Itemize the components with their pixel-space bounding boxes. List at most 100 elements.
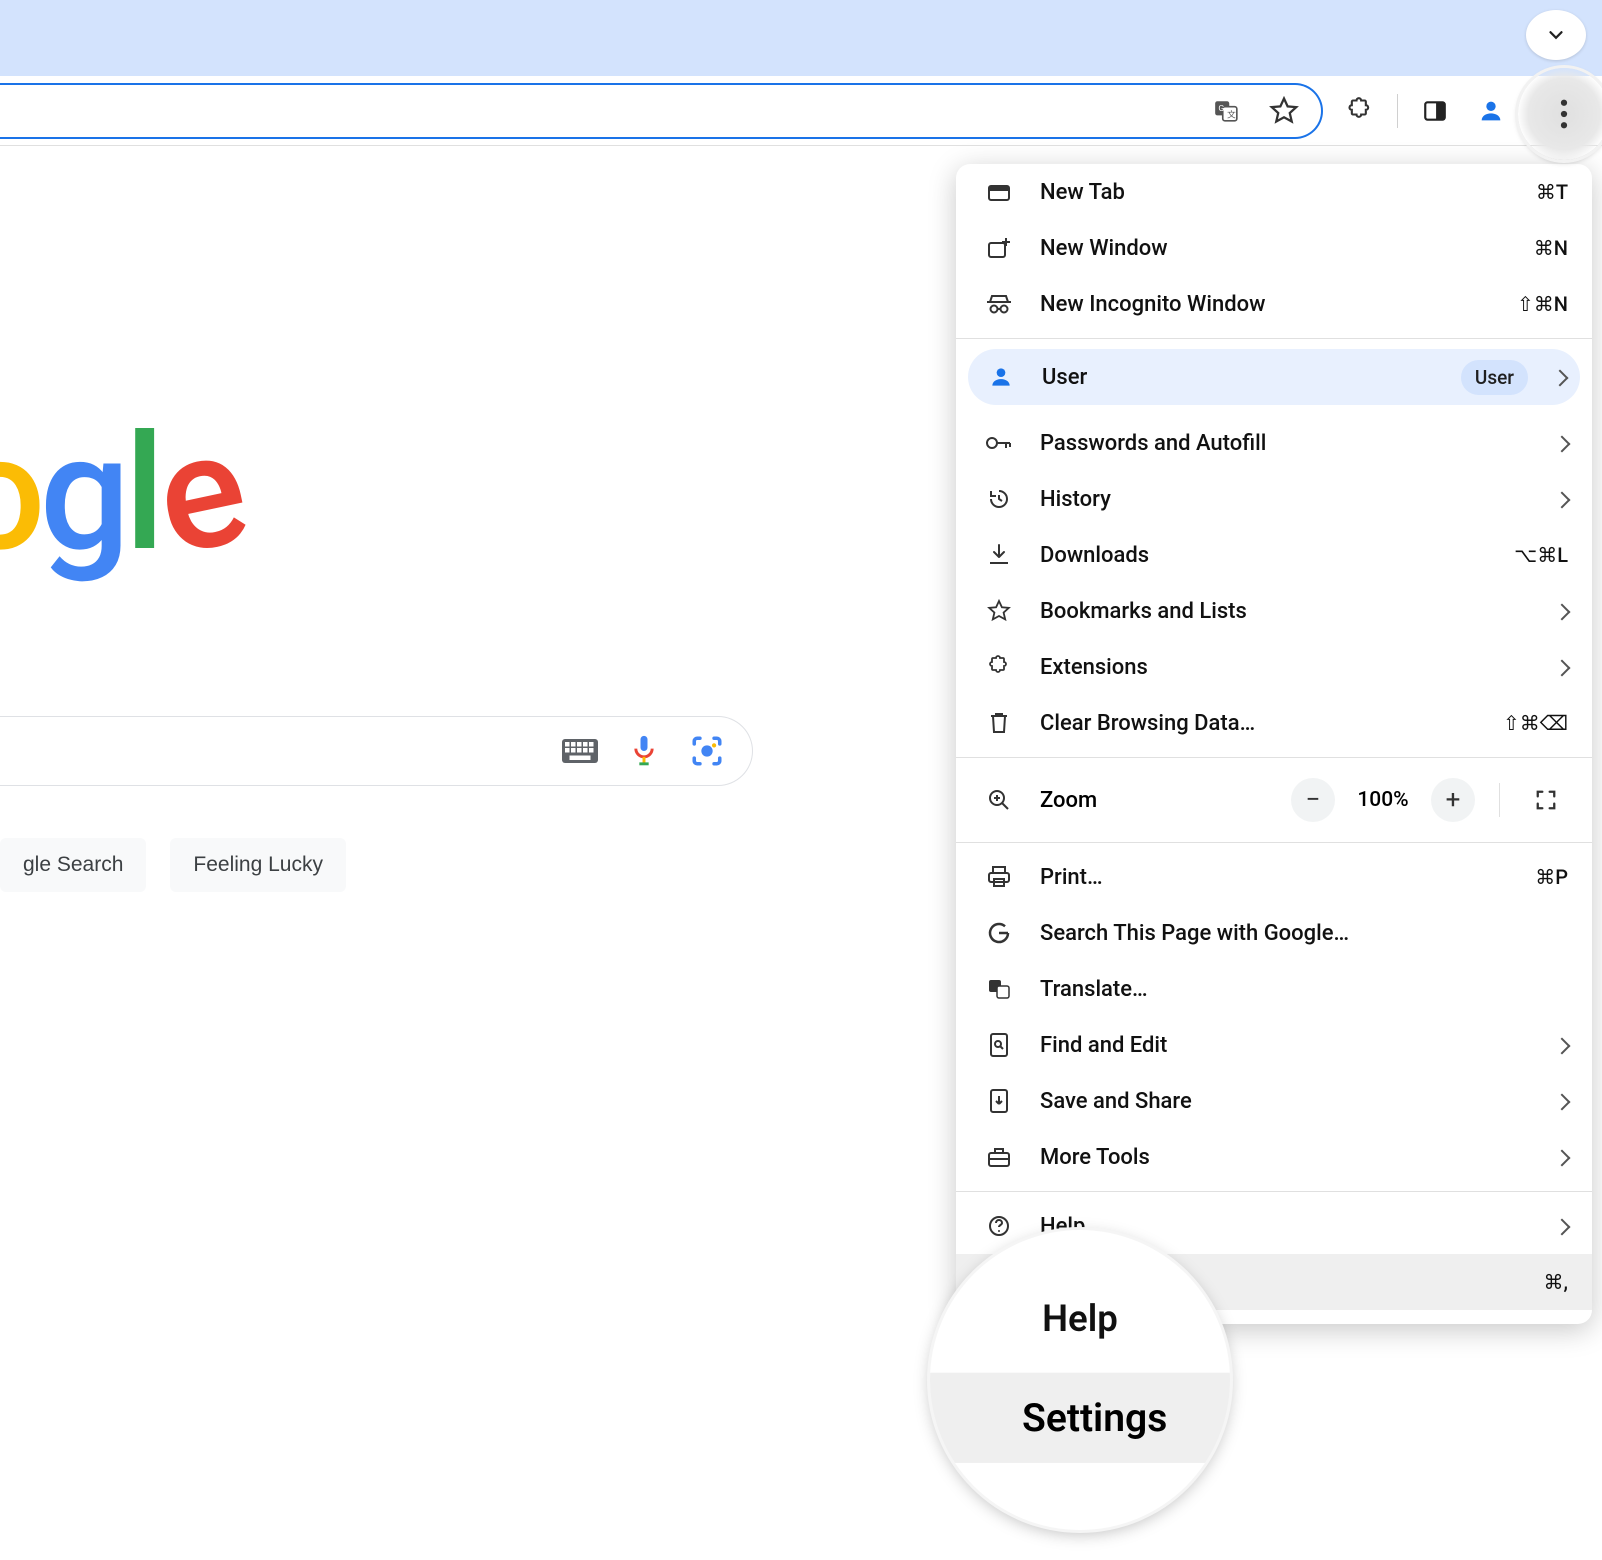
google-logo: oogle xyxy=(0,401,239,588)
chevron-right-icon xyxy=(1556,1089,1568,1114)
save-icon xyxy=(984,1088,1014,1114)
menu-item-label: Settings xyxy=(1040,1270,1518,1295)
menu-item-label: Find and Edit xyxy=(1040,1033,1530,1058)
extensions-button[interactable] xyxy=(1341,92,1379,130)
menu-print[interactable]: Print… ⌘P xyxy=(956,849,1592,905)
svg-text:G: G xyxy=(1218,104,1224,114)
chevron-right-icon xyxy=(1556,599,1568,624)
user-icon xyxy=(1477,97,1505,125)
google-search-button[interactable]: gle Search xyxy=(0,838,146,892)
translate-icon[interactable]: G文 xyxy=(1207,92,1245,130)
chevron-right-icon xyxy=(1556,1214,1568,1239)
toolbox-icon xyxy=(984,1146,1014,1168)
menu-zoom: Zoom − 100% + xyxy=(956,764,1592,836)
menu-save-share[interactable]: Save and Share xyxy=(956,1073,1592,1129)
menu-button[interactable] xyxy=(1545,95,1583,133)
mic-icon[interactable] xyxy=(630,734,658,768)
menu-item-label: Search This Page with Google… xyxy=(1040,921,1568,946)
zoom-in-button[interactable]: + xyxy=(1431,778,1475,822)
menu-shortcut: ⌘N xyxy=(1534,236,1568,260)
menu-settings[interactable]: Settings ⌘, xyxy=(956,1254,1592,1310)
menu-button-highlight xyxy=(1518,68,1602,160)
gear-icon xyxy=(984,1269,1014,1295)
menu-divider xyxy=(956,338,1592,339)
sidepanel-button[interactable] xyxy=(1416,92,1454,130)
menu-item-label: Save and Share xyxy=(1040,1089,1530,1114)
star-icon[interactable] xyxy=(1265,92,1303,130)
tab-search-button[interactable] xyxy=(1526,10,1586,60)
menu-extensions[interactable]: Extensions xyxy=(956,639,1592,695)
fullscreen-icon xyxy=(1535,789,1557,811)
window-plus-icon xyxy=(984,237,1014,259)
chevron-down-icon xyxy=(1545,24,1567,46)
chrome-menu: New Tab ⌘T New Window ⌘N New Incognito W… xyxy=(956,164,1592,1324)
menu-translate[interactable]: Translate… xyxy=(956,961,1592,1017)
key-icon xyxy=(984,435,1014,451)
help-icon xyxy=(984,1214,1014,1238)
history-icon xyxy=(984,487,1014,511)
menu-shortcut: ⇧⌘⌫ xyxy=(1503,711,1568,735)
zoom-value: 100% xyxy=(1353,788,1413,812)
google-search-input[interactable] xyxy=(0,716,753,786)
google-buttons: gle Search Feeling Lucky xyxy=(0,838,346,892)
menu-new-tab[interactable]: New Tab ⌘T xyxy=(956,164,1592,220)
download-icon xyxy=(984,543,1014,567)
menu-item-label: Passwords and Autofill xyxy=(1040,431,1530,456)
chevron-right-icon xyxy=(1556,1145,1568,1170)
menu-find[interactable]: Find and Edit xyxy=(956,1017,1592,1073)
translate-icon xyxy=(984,977,1014,1001)
zoom-divider xyxy=(1499,783,1500,817)
incognito-icon xyxy=(984,294,1014,314)
menu-shortcut: ⌘P xyxy=(1535,865,1568,889)
menu-shortcut: ⌥⌘L xyxy=(1514,543,1568,567)
menu-divider xyxy=(956,757,1592,758)
toolbar-divider xyxy=(1397,94,1398,128)
menu-history[interactable]: History xyxy=(956,471,1592,527)
keyboard-icon[interactable] xyxy=(562,738,598,764)
menu-shortcut: ⌘, xyxy=(1544,1270,1568,1294)
omnibox[interactable]: G文 xyxy=(0,83,1323,139)
fullscreen-button[interactable] xyxy=(1524,778,1568,822)
google-g-icon xyxy=(984,921,1014,945)
menu-downloads[interactable]: Downloads ⌥⌘L xyxy=(956,527,1592,583)
menu-help[interactable]: Help xyxy=(956,1198,1592,1254)
chevron-right-icon xyxy=(1556,431,1568,456)
menu-item-label: Zoom xyxy=(1040,788,1265,813)
menu-divider xyxy=(956,1191,1592,1192)
menu-divider xyxy=(956,842,1592,843)
menu-item-label: Help xyxy=(1040,1214,1530,1239)
print-icon xyxy=(984,866,1014,888)
puzzle-icon xyxy=(1346,97,1374,125)
menu-new-window[interactable]: New Window ⌘N xyxy=(956,220,1592,276)
menu-shortcut: ⇧⌘N xyxy=(1517,292,1568,316)
menu-bookmarks[interactable]: Bookmarks and Lists xyxy=(956,583,1592,639)
svg-text:文: 文 xyxy=(1227,108,1236,120)
chevron-right-icon xyxy=(1556,1033,1568,1058)
profile-button[interactable] xyxy=(1472,92,1510,130)
user-badge: User xyxy=(1461,360,1528,395)
menu-clear-data[interactable]: Clear Browsing Data… ⇧⌘⌫ xyxy=(956,695,1592,751)
menu-item-label: More Tools xyxy=(1040,1145,1530,1170)
zoom-out-button[interactable]: − xyxy=(1291,778,1335,822)
menu-item-label: New Tab xyxy=(1040,180,1510,205)
user-icon xyxy=(986,364,1016,390)
vertical-dots-icon xyxy=(1560,99,1568,129)
chevron-right-icon xyxy=(1554,365,1566,390)
zoom-icon xyxy=(984,788,1014,812)
menu-search-page[interactable]: Search This Page with Google… xyxy=(956,905,1592,961)
menu-item-label: Bookmarks and Lists xyxy=(1040,599,1530,624)
menu-item-label: Downloads xyxy=(1040,543,1488,568)
menu-item-label: Translate… xyxy=(1040,977,1568,1002)
menu-item-label: New Window xyxy=(1040,236,1508,261)
menu-more-tools[interactable]: More Tools xyxy=(956,1129,1592,1185)
titlebar xyxy=(0,0,1602,76)
menu-incognito[interactable]: New Incognito Window ⇧⌘N xyxy=(956,276,1592,332)
puzzle-icon xyxy=(984,655,1014,679)
feeling-lucky-button[interactable]: Feeling Lucky xyxy=(170,838,346,892)
trash-icon xyxy=(984,711,1014,735)
lens-icon[interactable] xyxy=(690,734,724,768)
star-icon xyxy=(984,599,1014,623)
chevron-right-icon xyxy=(1556,655,1568,680)
menu-user[interactable]: User User xyxy=(968,349,1580,405)
menu-passwords[interactable]: Passwords and Autofill xyxy=(956,415,1592,471)
